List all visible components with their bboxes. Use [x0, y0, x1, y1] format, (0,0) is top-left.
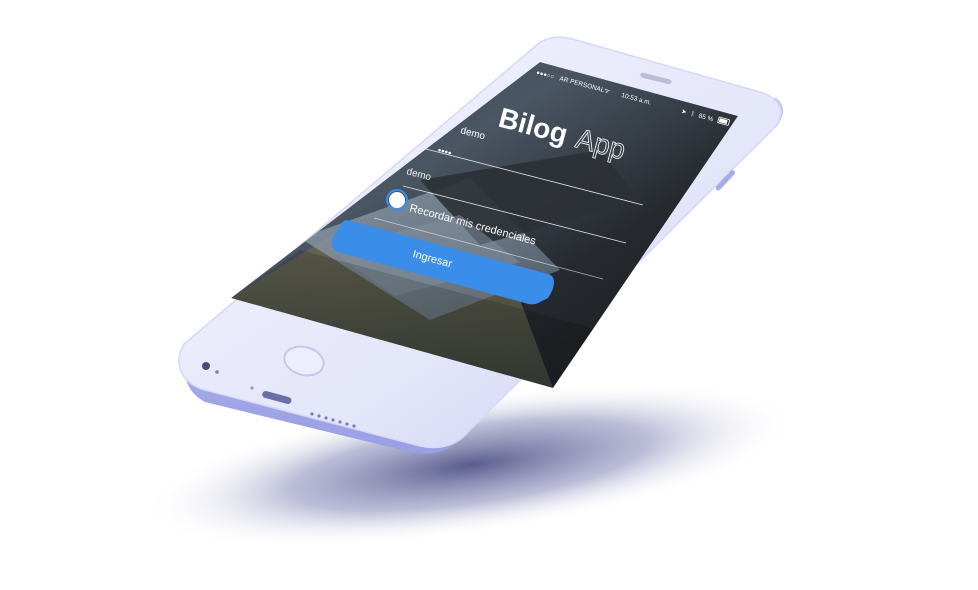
screw-hole	[250, 386, 254, 390]
remember-toggle[interactable]	[386, 189, 408, 211]
headphone-jack	[202, 362, 210, 370]
product-mockup-scene: ●●●○○ AR PERSONAL ᯤ 10:53 a.m. ➤ ᛒ 85 % …	[0, 0, 978, 590]
mic-hole	[215, 370, 219, 374]
toggle-knob	[389, 192, 405, 208]
phone-illustration: ●●●○○ AR PERSONAL ᯤ 10:53 a.m. ➤ ᛒ 85 % …	[143, 36, 797, 549]
